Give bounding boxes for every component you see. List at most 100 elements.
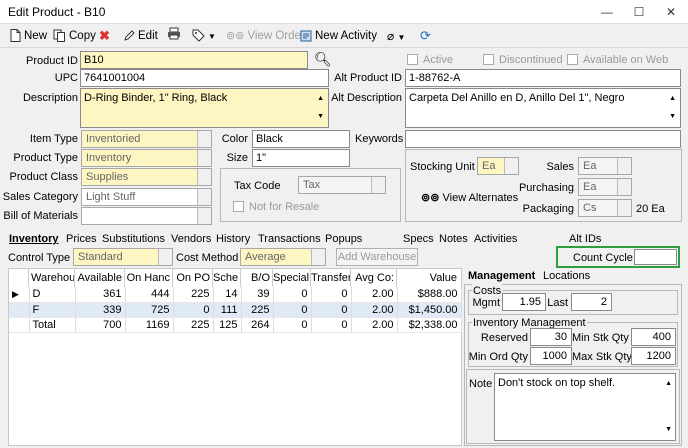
size-field[interactable]: 1" bbox=[252, 149, 350, 167]
alt-description-field[interactable]: Carpeta Del Anillo en D, Anillo Del 1", … bbox=[405, 88, 681, 128]
search-icon[interactable]: 🔍︎ bbox=[314, 51, 332, 68]
cell-on-hand[interactable]: 725 bbox=[125, 302, 174, 318]
upc-field[interactable]: 7641001004 bbox=[80, 69, 329, 87]
inventory-grid[interactable]: Warehou Available On Hanc On PO Sche B/O… bbox=[8, 268, 462, 446]
cell-transfer[interactable]: 0 bbox=[311, 302, 352, 318]
attachment-menu-button[interactable]: ⌀ ▼ bbox=[387, 27, 405, 45]
note-scroll-down[interactable]: ▼ bbox=[665, 423, 672, 437]
cell-avg-cost[interactable]: 2.00 bbox=[351, 302, 398, 318]
cell-avg-cost[interactable]: 2.00 bbox=[351, 317, 398, 333]
discontinued-checkbox[interactable]: Discontinued bbox=[483, 53, 563, 67]
tax-code-select[interactable]: Tax bbox=[298, 176, 386, 194]
tab-alt-ids[interactable]: Alt IDs bbox=[569, 232, 601, 246]
cell-warehouse[interactable]: F bbox=[29, 302, 76, 318]
cell-value[interactable]: $2,338.00 bbox=[397, 317, 462, 333]
cell-available[interactable]: 361 bbox=[75, 287, 126, 303]
col-on-po[interactable]: On PO bbox=[173, 269, 213, 287]
tab-substitutions[interactable]: Substitutions bbox=[102, 232, 165, 246]
bom-select[interactable] bbox=[81, 207, 212, 225]
tab-vendors[interactable]: Vendors bbox=[171, 232, 211, 246]
product-class-select[interactable]: Supplies bbox=[81, 168, 212, 186]
cell-scheduled[interactable]: 125 bbox=[213, 317, 242, 333]
tab-history[interactable]: History bbox=[216, 232, 250, 246]
tab-transactions[interactable]: Transactions bbox=[258, 232, 321, 246]
control-type-select[interactable]: Standard bbox=[73, 248, 173, 266]
cell-backorder[interactable]: 225 bbox=[241, 302, 274, 318]
cell-value[interactable]: $1,450.00 bbox=[397, 302, 462, 318]
mgmt-cost-field[interactable]: 1.95 bbox=[502, 293, 546, 311]
col-scheduled[interactable]: Sche bbox=[213, 269, 241, 287]
refresh-icon[interactable]: ⟳ bbox=[420, 27, 431, 45]
cell-backorder[interactable]: 39 bbox=[241, 287, 274, 303]
new-activity-button[interactable]: New Activity bbox=[300, 27, 377, 45]
print-icon[interactable] bbox=[167, 27, 181, 45]
cell-on-po[interactable]: 225 bbox=[173, 287, 214, 303]
not-for-resale-checkbox[interactable]: Not for Resale bbox=[233, 200, 319, 214]
alt-product-id-field[interactable]: 1-88762-A bbox=[405, 69, 681, 87]
tab-management[interactable]: Management bbox=[468, 269, 535, 283]
table-row[interactable]: ▶ D 361 444 225 14 39 0 0 2.00 $888.00 bbox=[9, 287, 462, 303]
tab-locations[interactable]: Locations bbox=[543, 269, 590, 283]
col-warehouse[interactable]: Warehou bbox=[29, 269, 75, 287]
product-id-field[interactable]: B10 bbox=[80, 51, 308, 69]
min-stk-qty-field[interactable]: 400 bbox=[631, 328, 676, 346]
view-order-button[interactable]: ⊚⊚ View Order bbox=[226, 27, 305, 45]
cell-backorder[interactable]: 264 bbox=[241, 317, 274, 333]
cell-scheduled[interactable]: 111 bbox=[213, 302, 242, 318]
add-warehouse-button[interactable]: Add Warehouse bbox=[336, 248, 418, 266]
delete-icon[interactable]: ✖ bbox=[99, 27, 110, 45]
min-ord-qty-field[interactable]: 1000 bbox=[530, 347, 572, 365]
description-scroll-down[interactable]: ▼ bbox=[317, 110, 324, 124]
cell-value[interactable]: $888.00 bbox=[397, 287, 462, 303]
minimize-button[interactable]: — bbox=[592, 3, 622, 21]
col-available[interactable]: Available bbox=[75, 269, 125, 287]
product-type-select[interactable]: Inventory bbox=[81, 149, 212, 167]
cell-transfer[interactable]: 0 bbox=[311, 287, 352, 303]
col-transfer[interactable]: Transfer bbox=[311, 269, 351, 287]
active-checkbox[interactable]: Active bbox=[407, 53, 453, 67]
edit-button[interactable]: Edit bbox=[123, 27, 158, 45]
col-on-hand[interactable]: On Hanc bbox=[125, 269, 173, 287]
keywords-field[interactable] bbox=[405, 130, 681, 148]
color-field[interactable]: Black bbox=[252, 130, 350, 148]
alt-description-scroll-up[interactable]: ▲ bbox=[669, 92, 676, 106]
cell-on-po[interactable]: 0 bbox=[173, 302, 214, 318]
copy-button[interactable]: Copy bbox=[53, 27, 96, 45]
tag-menu-button[interactable]: ▼ bbox=[192, 27, 216, 45]
close-window-button[interactable]: ✕ bbox=[656, 3, 686, 21]
purchasing-unit-select[interactable]: Ea bbox=[578, 178, 632, 196]
col-special[interactable]: Special bbox=[273, 269, 311, 287]
count-cycle-field[interactable] bbox=[634, 249, 677, 265]
cost-method-select[interactable]: Average bbox=[240, 248, 326, 266]
cell-warehouse[interactable]: D bbox=[29, 287, 76, 303]
reserved-field[interactable]: 30 bbox=[530, 328, 572, 346]
cell-avg-cost[interactable]: 2.00 bbox=[351, 287, 398, 303]
description-field[interactable]: D-Ring Binder, 1" Ring, Black ▲ ▼ bbox=[80, 88, 329, 128]
new-button[interactable]: New bbox=[10, 27, 47, 45]
cell-scheduled[interactable]: 14 bbox=[213, 287, 242, 303]
cell-special[interactable]: 0 bbox=[273, 317, 312, 333]
col-avg-cost[interactable]: Avg Co: bbox=[351, 269, 397, 287]
cell-on-hand[interactable]: 444 bbox=[125, 287, 174, 303]
table-row-total[interactable]: Total 700 1169 225 125 264 0 0 2.00 $2,3… bbox=[9, 317, 462, 333]
table-row[interactable]: F 339 725 0 111 225 0 0 2.00 $1,450.00 bbox=[9, 302, 462, 318]
cell-on-po[interactable]: 225 bbox=[173, 317, 214, 333]
tab-inventory[interactable]: Inventory bbox=[9, 232, 59, 246]
cell-special[interactable]: 0 bbox=[273, 302, 312, 318]
cell-available[interactable]: 700 bbox=[75, 317, 126, 333]
cell-on-hand[interactable]: 1169 bbox=[125, 317, 174, 333]
col-value[interactable]: Value bbox=[397, 269, 461, 287]
packaging-unit-select[interactable]: Cs bbox=[578, 199, 632, 217]
maximize-button[interactable]: ☐ bbox=[624, 3, 654, 21]
tab-activities[interactable]: Activities bbox=[474, 232, 517, 246]
cell-available[interactable]: 339 bbox=[75, 302, 126, 318]
description-scroll-up[interactable]: ▲ bbox=[317, 92, 324, 106]
item-type-select[interactable]: Inventoried bbox=[81, 130, 212, 148]
sales-unit-select[interactable]: Ea bbox=[578, 157, 632, 175]
view-alternates-button[interactable]: ⊚⊚ View Alternates bbox=[421, 191, 518, 204]
tab-specs[interactable]: Specs bbox=[403, 232, 434, 246]
note-scroll-up[interactable]: ▲ bbox=[665, 377, 672, 391]
last-cost-field[interactable]: 2 bbox=[571, 293, 612, 311]
tab-notes[interactable]: Notes bbox=[439, 232, 468, 246]
cell-transfer[interactable]: 0 bbox=[311, 317, 352, 333]
